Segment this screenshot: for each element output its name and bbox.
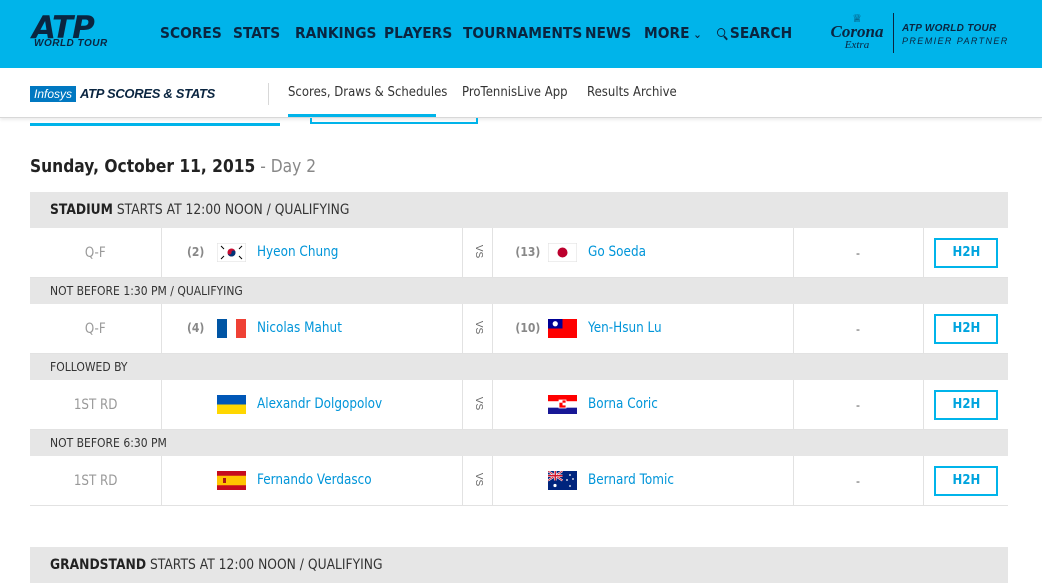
atp-scores-stats-logo[interactable]: ATP SCORES & STATS	[80, 86, 215, 102]
court-header-grandstand: GRANDSTAND STARTS AT 12:00 NOON / QUALIF…	[30, 547, 1008, 583]
schedule-day: - Day 2	[255, 156, 317, 177]
flag-jpn-icon	[548, 243, 577, 262]
chevron-down-icon: ⌄	[693, 28, 702, 41]
vs-label: VS	[473, 244, 485, 259]
h2h-button[interactable]: H2H	[934, 466, 998, 496]
nav-search[interactable]: SEARCH	[717, 24, 792, 42]
player2-name[interactable]: Yen-Hsun Lu	[588, 320, 662, 336]
sponsor-sub: Extra	[844, 39, 870, 51]
flag-aus-icon	[548, 471, 577, 490]
flag-esp-icon	[217, 471, 246, 490]
player1-name[interactable]: Nicolas Mahut	[257, 320, 342, 336]
nav-search-label: SEARCH	[729, 24, 793, 42]
time-subheader: NOT BEFORE 1:30 PM / QUALIFYING	[30, 278, 1008, 304]
partner-line2: PREMIER PARTNER	[902, 36, 1009, 46]
flag-kor-icon	[217, 243, 246, 262]
atp-logo[interactable]: ATP WORLD TOUR	[32, 10, 124, 54]
nav-stats[interactable]: STATS	[233, 24, 280, 42]
flag-fra-icon	[217, 319, 246, 338]
h2h-button[interactable]: H2H	[934, 390, 998, 420]
nav-news[interactable]: NEWS	[585, 24, 631, 42]
player1-seed: (2)	[186, 245, 205, 259]
schedule-table-stadium: STADIUM STARTS AT 12:00 NOON / QUALIFYIN…	[30, 192, 1008, 506]
nav-players[interactable]: PLAYERS	[384, 24, 452, 42]
h2h-button[interactable]: H2H	[934, 314, 998, 344]
active-tab-underline	[288, 114, 436, 117]
flag-tpe-icon	[548, 319, 577, 338]
time-subheader: FOLLOWED BY	[30, 354, 1008, 380]
schedule-date: Sunday, October 11, 2015	[30, 156, 256, 177]
dropdown-remnant[interactable]	[310, 118, 478, 124]
player1-name[interactable]: Hyeon Chung	[257, 244, 338, 260]
vs-label: VS	[473, 396, 485, 411]
court-name: STADIUM	[50, 202, 113, 218]
schedule-table-grandstand: GRANDSTAND STARTS AT 12:00 NOON / QUALIF…	[30, 547, 1008, 583]
logo-world-tour-text: WORLD TOUR	[34, 38, 108, 49]
match-score: -	[856, 398, 860, 412]
player2-name[interactable]: Borna Coric	[588, 396, 658, 412]
vs-label: VS	[473, 472, 485, 487]
player1-name[interactable]: Fernando Verdasco	[257, 472, 372, 488]
flag-cro-icon	[548, 395, 577, 414]
corona-sponsor-logo[interactable]: ♕ Corona Extra	[826, 14, 888, 54]
match-score: -	[856, 322, 860, 336]
premier-partner-badge: ATP WORLD TOUR PREMIER PARTNER	[902, 23, 1009, 47]
match-round: Q-F	[85, 245, 106, 261]
nav-more[interactable]: MORE ⌄	[644, 24, 702, 42]
subnav-link-protennislive[interactable]: ProTennisLive App	[462, 85, 568, 100]
partner-line1: ATP WORLD TOUR	[902, 23, 997, 34]
subnav-divider	[268, 83, 269, 105]
match-score: -	[856, 474, 860, 488]
infosys-logo[interactable]: Infosys	[30, 86, 77, 102]
nav-scores[interactable]: SCORES	[160, 24, 222, 42]
match-score: -	[856, 246, 860, 260]
nav-tournaments[interactable]: TOURNAMENTS	[463, 24, 582, 42]
court-name: GRANDSTAND	[50, 557, 147, 573]
schedule-date-title: Sunday, October 11, 2015 - Day 2	[30, 156, 316, 177]
flag-ukr-icon	[217, 395, 246, 414]
match-round: 1ST RD	[73, 473, 118, 489]
match-row: 1ST RD Alexandr Dolgopolov VS Borna Cori…	[30, 380, 1008, 430]
tab-underline-remnant	[30, 123, 280, 126]
player1-name[interactable]: Alexandr Dolgopolov	[257, 396, 382, 412]
top-nav: ATP WORLD TOUR SCORES STATS RANKINGS PLA…	[0, 0, 1042, 68]
player2-seed: (13)	[515, 245, 541, 259]
player2-seed: (10)	[515, 321, 541, 335]
time-subheader: NOT BEFORE 6:30 PM	[30, 430, 1008, 456]
match-round: Q-F	[85, 321, 106, 337]
match-row: Q-F (2) Hyeon Chung VS (13) Go Soeda - H…	[30, 228, 1008, 278]
sub-nav: Infosys ATP SCORES & STATS Scores, Draws…	[0, 68, 1042, 118]
h2h-button[interactable]: H2H	[934, 238, 998, 268]
match-row: 1ST RD Fernando Verdasco VS Bernard Tomi…	[30, 456, 1008, 506]
court-header-stadium: STADIUM STARTS AT 12:00 NOON / QUALIFYIN…	[30, 192, 1008, 228]
match-round: 1ST RD	[73, 397, 118, 413]
sponsor-name: Corona	[830, 22, 884, 41]
partner-divider	[893, 13, 894, 53]
court-note: STARTS AT 12:00 NOON / QUALIFYING	[112, 202, 350, 218]
player1-seed: (4)	[186, 321, 205, 335]
vs-label: VS	[473, 320, 485, 335]
player2-name[interactable]: Bernard Tomic	[588, 472, 674, 488]
match-row: Q-F (4) Nicolas Mahut VS (10) Yen-Hsun L…	[30, 304, 1008, 354]
nav-more-label: MORE	[644, 24, 690, 42]
search-icon	[717, 28, 726, 37]
subnav-link-scores-draws[interactable]: Scores, Draws & Schedules	[288, 85, 447, 100]
court-note: STARTS AT 12:00 NOON / QUALIFYING	[146, 557, 383, 573]
player2-name[interactable]: Go Soeda	[588, 244, 646, 260]
subnav-link-results-archive[interactable]: Results Archive	[587, 85, 677, 100]
nav-rankings[interactable]: RANKINGS	[295, 24, 377, 42]
